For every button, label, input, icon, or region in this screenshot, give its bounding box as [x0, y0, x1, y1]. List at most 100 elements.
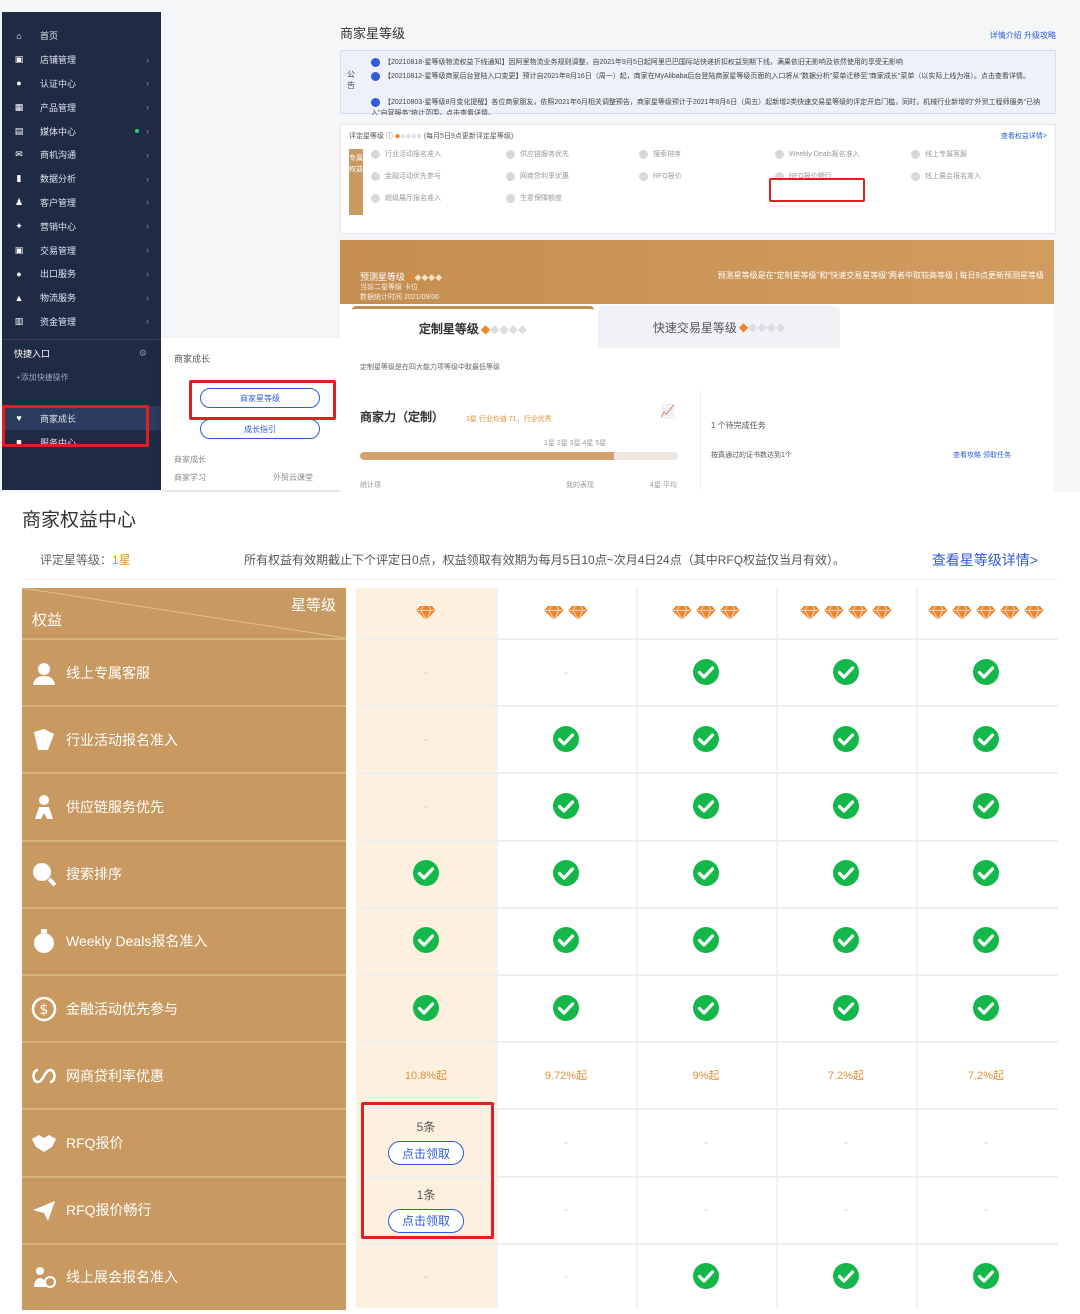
rights-item[interactable]: RFQ报价	[639, 171, 682, 181]
export-icon: ●	[16, 268, 22, 279]
diamond-icon	[416, 606, 436, 621]
rights-detail-link[interactable]: 查看权益详情>	[1001, 131, 1047, 141]
sidebar-item[interactable]: ✦ 营销中心 ›	[2, 214, 161, 238]
add-quick-action-link[interactable]: +添加快捷操作	[2, 366, 161, 388]
dash: -	[984, 1134, 988, 1149]
sidebar-item[interactable]: ♟ 客户管理 ›	[2, 191, 161, 215]
sidebar-item[interactable]: ▲ 物流服务 ›	[2, 286, 161, 310]
growth-guide-button[interactable]: 成长指引	[200, 419, 320, 439]
check-icon	[413, 994, 439, 1021]
chevron-right-icon: ›	[146, 221, 149, 232]
rights-item[interactable]: 线上展会报名准入	[911, 171, 981, 181]
rights-item[interactable]: 网商贷利率优惠	[506, 171, 569, 181]
loan-rate: 9.72%起	[544, 1069, 588, 1082]
sidebar-item[interactable]: ▣ 交易管理 ›	[2, 238, 161, 262]
rights-cell-unavailable: -	[356, 1243, 496, 1310]
chevron-right-icon: ›	[146, 245, 149, 256]
sidebar-item[interactable]: ⌂ 首页	[2, 24, 161, 48]
sidebar-item[interactable]: ✉ 商机沟通 ›	[2, 143, 161, 167]
check-icon	[833, 792, 859, 819]
chevron-right-icon: ›	[146, 268, 149, 279]
loan-rate: 7.2%起	[827, 1069, 865, 1082]
sidebar-item[interactable]: ● 出口服务 ›	[2, 262, 161, 286]
rights-item[interactable]: Weekly Deals报名准入	[775, 149, 860, 159]
sidebar-item-label: 交易管理	[40, 245, 77, 256]
rights-item[interactable]: 搜索排序	[639, 149, 681, 159]
check-icon	[833, 1263, 859, 1290]
star-level-page-screenshot: ⌂ 首页 ▣ 店铺管理 › ● 认证中心 › ▦ 产品管理 › ▤ 媒体中心 › ✉ 商机沟通 › ▮ 数据分析 › ♟…	[0, 0, 1080, 492]
rights-row-label: RFQ报价	[22, 1108, 346, 1176]
study-link[interactable]: 商家学习	[174, 472, 206, 483]
merchant-power-sub: 3星 行业均值 71，行业优秀	[466, 416, 552, 423]
info-icon	[371, 57, 380, 67]
rights-cell-rate: 10.8%起	[356, 1041, 496, 1108]
intro-links[interactable]: 详情介绍 升级攻略	[990, 30, 1056, 41]
predicted-level-sub: 当前二星等级 卡位	[360, 284, 418, 291]
notice-item[interactable]: 【20210818-星等级物流权益下线通知】因阿里物流业务规则调整，自2021年…	[371, 57, 1047, 67]
tab-custom-level[interactable]: 定制星等级 ◆ ◆◆◆◆	[352, 306, 594, 348]
star-level-header	[496, 588, 636, 638]
rights-item[interactable]: 金融活动优先参与	[371, 171, 441, 181]
search-icon	[33, 863, 57, 887]
star-level-header	[356, 588, 496, 638]
rights-item[interactable]: 行业活动报名准入	[371, 149, 441, 159]
rights-item[interactable]: 超级展厅报名准入	[371, 193, 441, 203]
current-rights-box: 评定星等级 ⓘ ◆◆◆◆◆ (每月5日9点更新评定星等级) 查看权益详情> 专属…	[340, 124, 1056, 234]
rights-row-label: RFQ报价畅行	[22, 1175, 346, 1243]
check-icon	[833, 860, 859, 887]
growth-link[interactable]: 商家成长	[174, 454, 206, 465]
rights-cell-available	[916, 638, 1056, 705]
diamond-icon	[824, 606, 844, 621]
rights-item-label: 线上展会报名准入	[925, 173, 981, 180]
sidebar-item-label: 客户管理	[40, 197, 77, 208]
diamond-icon	[928, 606, 948, 621]
rights-item-label: 生意保障额度	[520, 195, 562, 202]
chat-icon: ✉	[15, 149, 23, 160]
rights-row-label: 行业活动报名准入	[22, 705, 346, 773]
sidebar-item[interactable]: ▣ 店铺管理 ›	[2, 48, 161, 72]
rights-item[interactable]: 供应链服务优先	[506, 149, 569, 159]
sidebar-item[interactable]: ▤ 媒体中心 ›	[2, 119, 161, 143]
notice-item[interactable]: 【20210803-星等级8月变化提醒】各位商家朋友，依照2021年6月相关调整…	[371, 97, 1047, 115]
rights-cell-available	[776, 638, 916, 705]
annotation-box-rfq-claims	[361, 1102, 494, 1239]
tab-fast-trade-level[interactable]: 快速交易星等级 ◆ ◆◆◆◆	[598, 306, 840, 348]
rights-item-label: 供应链服务优先	[520, 151, 569, 158]
check-icon	[693, 860, 719, 887]
stat-time: 数据统计时间 2021/09/06	[360, 294, 439, 301]
sidebar-item-label: 物流服务	[40, 293, 77, 304]
rights-item-label: RFQ报价	[653, 173, 682, 180]
current-level: 评定星等级：1星	[40, 553, 131, 567]
sidebar-item[interactable]: ● 认证中心 ›	[2, 72, 161, 96]
check-icon	[973, 927, 999, 954]
sidebar-item[interactable]: ▮ 数据分析 ›	[2, 167, 161, 191]
rights-cell-available	[636, 974, 776, 1041]
sidebar-item-label: 店铺管理	[40, 55, 77, 66]
rights-cell-unavailable: -	[356, 638, 496, 705]
sidebar-item-label: 媒体中心	[40, 126, 77, 137]
diamond-icon	[568, 606, 588, 621]
check-icon	[973, 792, 999, 819]
star-level-detail-link[interactable]: 查看星等级详情>	[932, 550, 1038, 570]
marketing-icon: ✦	[15, 220, 23, 231]
rights-row-label: 线上专属客服	[22, 638, 346, 706]
rights-item[interactable]: 线上专属客服	[911, 149, 967, 159]
quick-entry[interactable]: 快捷入口 ⚙	[2, 340, 161, 366]
rights-cell-available	[776, 772, 916, 839]
gear-icon[interactable]: ⚙	[139, 348, 147, 359]
rights-cell-unavailable: -	[496, 1243, 636, 1310]
rights-item[interactable]: 生意保障额度	[506, 193, 562, 203]
rights-cell-rate: 7.2%起	[776, 1041, 916, 1108]
course-link[interactable]: 外贸云课堂	[273, 472, 313, 483]
rights-cell-available	[636, 1243, 776, 1310]
sidebar-item[interactable]: ▥ 资金管理 ›	[2, 310, 161, 334]
chevron-right-icon: ›	[146, 197, 149, 208]
rights-row-label: Weekly Deals报名准入	[22, 906, 346, 974]
check-icon	[553, 994, 579, 1021]
trend-icon[interactable]: 📈	[660, 404, 675, 418]
sidebar-item[interactable]: ▦ 产品管理 ›	[2, 95, 161, 119]
chevron-right-icon: ›	[146, 149, 149, 160]
task-links[interactable]: 查看攻略 领取任务	[953, 450, 1011, 460]
notice-item[interactable]: 【20210812-星等级商家后台登陆入口变更】预计自2021年8月16日（周一…	[371, 71, 1047, 95]
dash: -	[564, 1269, 568, 1284]
